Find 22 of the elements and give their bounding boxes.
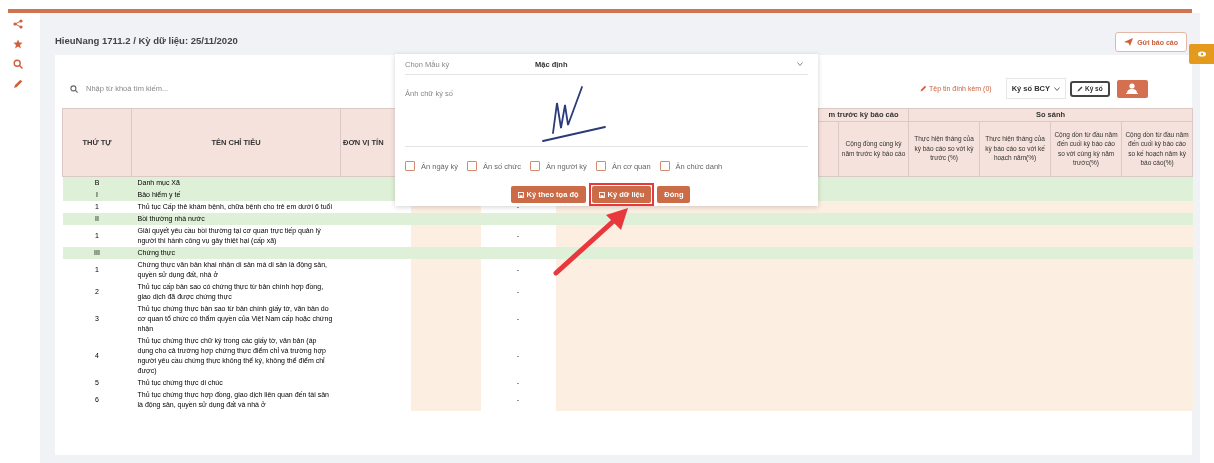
pencil-icon (920, 85, 927, 92)
caret-icon (1054, 86, 1060, 91)
share-icon[interactable] (13, 19, 23, 29)
search-icon (70, 84, 78, 93)
eye-icon (1197, 51, 1206, 57)
person-icon (1126, 83, 1139, 94)
pencil-icon[interactable] (13, 79, 23, 89)
star-icon[interactable] (13, 39, 23, 49)
page-title: HieuNang 1711.2 / Kỳ dữ liệu: 25/11/2020 (55, 34, 238, 46)
checkbox[interactable] (467, 161, 478, 171)
checkbox[interactable] (595, 161, 606, 171)
side-tab[interactable] (1189, 44, 1214, 64)
checkbox[interactable] (405, 161, 415, 171)
send-icon (1124, 38, 1134, 46)
save-icon (517, 191, 524, 198)
caret-icon (797, 62, 803, 66)
checkbox[interactable] (659, 161, 670, 171)
search-icon[interactable] (13, 59, 23, 69)
user-button[interactable] (1116, 79, 1148, 98)
checkbox[interactable] (530, 161, 541, 171)
pen-icon (1077, 85, 1083, 92)
save-icon (598, 191, 605, 198)
